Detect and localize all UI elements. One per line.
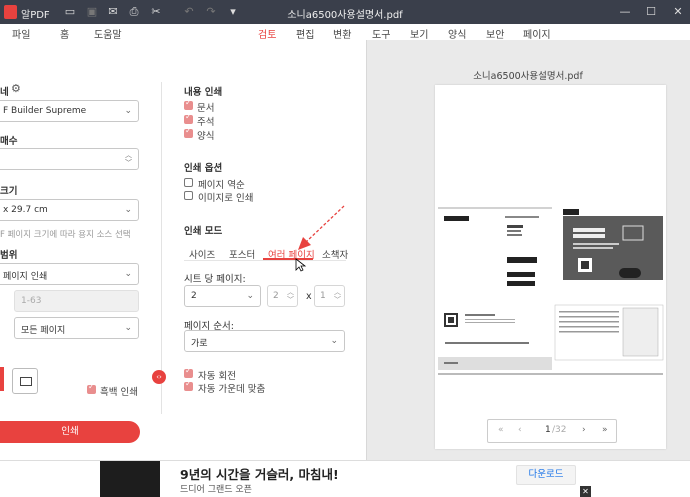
chevron-down-icon: ⌄ <box>246 291 254 301</box>
ad-image[interactable] <box>100 461 160 497</box>
chevron-down-icon: ⌄ <box>124 269 132 279</box>
auto-rotate-label: 자동 회전 <box>198 371 236 382</box>
document-title: 소니a6500사용설명서.pdf <box>287 10 403 21</box>
stepper-arrows-icon: ︿ ﹀ <box>125 151 132 167</box>
menu-convert[interactable]: 변환 <box>333 26 351 41</box>
ad-subtitle[interactable]: 드디어 그랜드 오픈 <box>180 482 252 495</box>
grayscale-label: 흑백 인쇄 <box>100 387 138 398</box>
menu-form[interactable]: 양식 <box>448 26 466 41</box>
reverse-order-checkbox[interactable] <box>184 178 193 187</box>
print-range-select[interactable]: 페이지 인쇄 ⌄ <box>0 263 139 285</box>
minimize-icon[interactable]: — <box>617 4 633 20</box>
monitor-icon[interactable] <box>12 368 38 394</box>
annotation-label: 주석 <box>197 117 215 128</box>
chevron-down-icon: ⌄ <box>124 205 132 215</box>
menu-file[interactable]: 파일 <box>12 26 30 41</box>
preview-page <box>435 85 666 449</box>
total-pages: /32 <box>552 425 567 435</box>
auto-center-label: 자동 가운데 맞춤 <box>198 384 266 395</box>
menu-security[interactable]: 보안 <box>486 26 504 41</box>
ad-close-icon[interactable]: ✕ <box>580 486 591 497</box>
times-sign: x <box>306 291 312 302</box>
annotation-checkbox[interactable] <box>184 112 193 124</box>
print-options-title: 인쇄 옵션 <box>184 163 223 174</box>
print-mode-title: 인쇄 모드 <box>184 226 223 237</box>
document-label: 문서 <box>197 103 215 114</box>
rows-stepper[interactable]: 1 ︿ ﹀ <box>314 285 345 307</box>
grayscale-checkbox[interactable] <box>87 382 96 394</box>
auto-center-checkbox[interactable] <box>184 379 193 391</box>
menu-edit[interactable]: 편집 <box>296 26 314 41</box>
last-page-icon[interactable]: » <box>602 425 608 435</box>
title-bar: 알PDF ▭ ▣ ✉ ⎙ ✂ ↶ ↷ ▾ 소니a6500사용설명서.pdf — … <box>0 0 690 24</box>
chevron-down-icon: ⌄ <box>124 106 132 116</box>
menu-home[interactable]: 홈 <box>60 26 69 41</box>
stepper-arrows-icon: ︿ ﹀ <box>334 288 341 304</box>
maximize-icon[interactable]: ☐ <box>643 4 659 20</box>
preview-pane: 소니a6500사용설명서.pdf « ‹ 1 /32 › » <box>366 40 690 460</box>
content-print-title: 내용 인쇄 <box>184 87 223 98</box>
current-page[interactable]: 1 <box>545 425 551 435</box>
stepper-arrows-icon: ︿ ﹀ <box>287 288 294 304</box>
menu-page[interactable]: 페이지 <box>523 26 551 41</box>
preview-page-thumbnail <box>438 207 664 375</box>
mouse-cursor-icon <box>295 258 307 272</box>
close-icon[interactable]: ✕ <box>670 4 686 20</box>
menu-tools[interactable]: 도구 <box>372 26 390 41</box>
pages-per-sheet-select[interactable]: 2 ⌄ <box>184 285 261 307</box>
page-navigator: « ‹ 1 /32 › » <box>487 419 617 443</box>
form-label: 양식 <box>197 131 215 142</box>
menu-bar: 파일 홈 도움말 검토 편집 변환 도구 보기 양식 보안 페이지 <box>0 24 690 41</box>
divider <box>161 82 162 414</box>
ad-download-button[interactable]: 다운로드 <box>516 465 576 485</box>
range-label: 범위 <box>0 250 18 261</box>
chevron-down-icon: ⌄ <box>330 336 338 346</box>
copies-stepper[interactable]: ︿ ﹀ <box>0 148 139 170</box>
copies-label: 매수 <box>0 136 18 147</box>
reverse-order-label: 페이지 역순 <box>198 180 245 191</box>
page-subset-select[interactable]: 모든 페이지 ⌄ <box>14 317 139 339</box>
tab-size[interactable]: 사이즈 <box>189 247 215 261</box>
paper-size-select[interactable]: x 29.7 cm ⌄ <box>0 199 139 221</box>
print-as-image-label: 이미지로 인쇄 <box>198 193 254 204</box>
menu-view[interactable]: 보기 <box>410 26 428 41</box>
page-order-select[interactable]: 가로 ⌄ <box>184 330 345 352</box>
sidebar-tab[interactable] <box>0 367 4 391</box>
size-label: 크기 <box>0 186 18 197</box>
auto-rotate-checkbox[interactable] <box>184 366 193 378</box>
size-hint: F 페이지 크기에 따라 용지 소스 선택 <box>0 230 131 240</box>
prev-page-icon[interactable]: ‹ <box>518 425 522 435</box>
print-button[interactable]: 인쇄 <box>0 421 140 443</box>
document-checkbox[interactable] <box>184 98 193 110</box>
chevron-down-icon: ⌄ <box>124 323 132 333</box>
ad-title[interactable]: 9년의 시간을 거슬러, 마침내! <box>180 464 339 483</box>
first-page-icon[interactable]: « <box>498 425 504 435</box>
form-checkbox[interactable] <box>184 126 193 138</box>
preview-title: 소니a6500사용설명서.pdf <box>473 71 583 82</box>
red-arrow-icon <box>298 205 345 250</box>
tab-poster[interactable]: 포스터 <box>229 247 255 261</box>
printer-select[interactable]: F Builder Supreme ⌄ <box>0 100 139 122</box>
menu-review[interactable]: 검토 <box>258 26 276 41</box>
next-page-icon[interactable]: › <box>582 425 586 435</box>
ad-banner[interactable]: 9년의 시간을 거슬러, 마침내! 드디어 그랜드 오픈 다운로드 ✕ <box>0 460 690 497</box>
gear-icon[interactable]: ⚙ <box>11 82 21 95</box>
sheet-pages-label: 시트 당 페이지: <box>184 274 246 285</box>
print-as-image-checkbox[interactable] <box>184 191 193 200</box>
pages-input[interactable]: 1-63 <box>14 290 139 312</box>
printer-label: 네 <box>0 87 9 98</box>
columns-stepper[interactable]: 2 ︿ ﹀ <box>267 285 298 307</box>
collapse-icon[interactable]: ‹› <box>152 370 166 384</box>
menu-help[interactable]: 도움말 <box>94 26 122 41</box>
